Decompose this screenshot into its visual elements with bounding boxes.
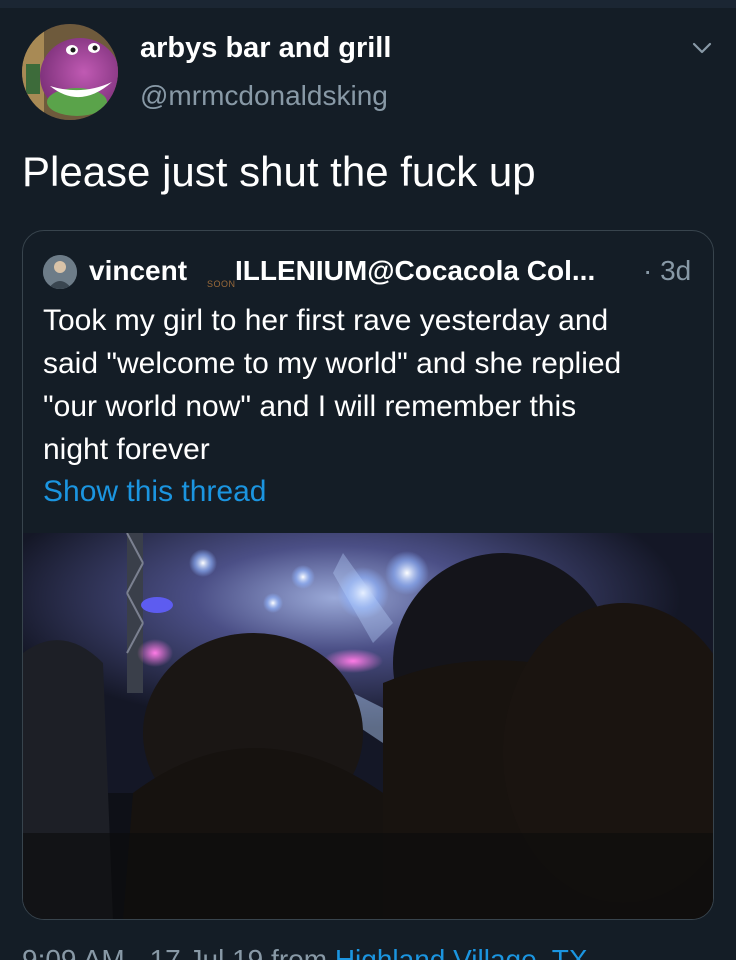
quoted-timestamp: · 3d (643, 255, 692, 286)
quoted-text-line: night forever (43, 433, 210, 466)
quoted-text-line: Took my girl to her first rave yesterday… (43, 304, 609, 337)
show-thread-link[interactable]: Show this thread (43, 475, 266, 509)
quoted-tweet-card[interactable]: vincent SOON ILLENIUM@Cocacola Col... · … (22, 230, 714, 920)
person-avatar-icon (43, 255, 77, 289)
quoted-author-badge: SOON (207, 279, 236, 289)
tweet-timestamp: 9:09 AM · 17 Jul 19 from (22, 944, 335, 960)
purple-dinosaur-avatar-icon (22, 24, 118, 120)
author-avatar[interactable] (22, 24, 118, 120)
author-display-name[interactable]: arbys bar and grill (140, 32, 391, 65)
quoted-text-line: "our world now" and I will remember this (43, 390, 577, 423)
quoted-tweet-text: Took my girl to her first rave yesterday… (43, 299, 693, 471)
tweet-location-link[interactable]: Highland Village, TX (335, 944, 588, 960)
quoted-author-avatar (43, 255, 77, 289)
concert-photo[interactable] (23, 533, 714, 920)
chevron-down-icon[interactable] (690, 36, 714, 60)
author-handle[interactable]: @mrmcdonaldsking (140, 80, 388, 112)
top-divider (0, 0, 736, 8)
tweet-meta: 9:09 AM · 17 Jul 19 from Highland Villag… (22, 944, 588, 960)
tweet-text: Please just shut the fuck up (22, 148, 536, 195)
quoted-author-handle: ILLENIUM@Cocacola Col... (235, 255, 596, 286)
quoted-text-line: said "welcome to my world" and she repli… (43, 347, 622, 380)
quoted-author-name: vincent (89, 255, 188, 286)
tweet-page: arbys bar and grill @mrmcdonaldsking Ple… (0, 0, 736, 960)
